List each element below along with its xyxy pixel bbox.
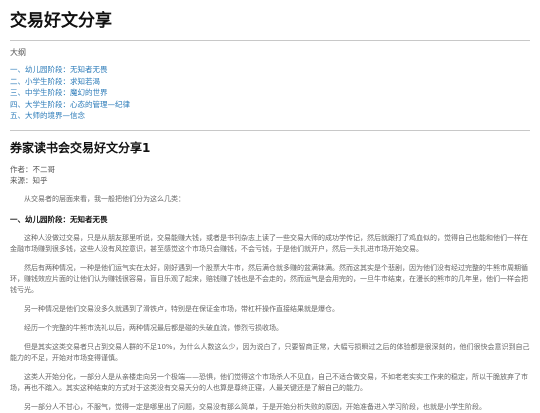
article-paragraph: 这类人开始分化，一部分人是从亲楼走向另一个极端——恐惧，他们觉得这个市场杀人不见…: [10, 372, 528, 392]
toc-item: 一、幼儿园阶段：无知者无畏: [10, 64, 530, 76]
article-intro: 从交易者的层面来看，我一般把他们分为这么几类：: [24, 194, 185, 203]
article-paragraph: 经历一个完整的牛熊市洗礼以后，两种情况最后都是碰的头破血流，惨烈亏损收场。: [24, 323, 283, 332]
site-title: 交易好文分享: [10, 11, 112, 31]
toc-item: 三、中学生阶段：魔幻的世界: [10, 87, 530, 99]
toc-link-4[interactable]: 四、大学生阶段：心态的管理—纪律: [10, 100, 130, 109]
toc-link-2[interactable]: 二、小学生阶段：求知若渴: [10, 77, 100, 86]
article-paragraph: 然后有两种情况，一种是他们运气实在太好，刚好遇到一个股票大牛市，然后满仓就多赚的…: [10, 263, 528, 294]
article-paragraph: 但是其实这类交易者只占到交易人群的不足10%，为什么人数这么少，因为说白了，只要…: [10, 342, 530, 362]
toc-item: 五、大师的境界—信念: [10, 110, 530, 122]
article-title: 券家读书会交易好文分享1: [10, 140, 151, 155]
toc-heading: 大纲: [10, 48, 26, 57]
toc-item: 二、小学生阶段：求知若渴: [10, 76, 530, 88]
toc-link-1[interactable]: 一、幼儿园阶段：无知者无畏: [10, 65, 108, 74]
article-paragraph: 这种人没做过交易，只是从朋友那里听说，交易能赚大钱，或者是书刊杂志上读了一些交易…: [10, 233, 528, 253]
article-paragraph: 另一部分人不甘心，不服气，觉得一定是哪里出了问题，交易没有那么简单，于是开始分析…: [24, 402, 486, 411]
divider: [10, 129, 530, 131]
article-paragraph: 另一种情况是他们交易没多久就遇到了滑铁卢，特别是在保证金市场，带杠杆操作直接结果…: [24, 304, 339, 313]
article-source: 来源：知乎: [10, 175, 48, 185]
divider: [10, 40, 530, 41]
toc-list: 一、幼儿园阶段：无知者无畏 二、小学生阶段：求知若渴 三、中学生阶段：魔幻的世界…: [10, 64, 530, 122]
page: 交易好文分享 大纲 一、幼儿园阶段：无知者无畏 二、小学生阶段：求知若渴 三、中…: [0, 0, 540, 413]
toc-link-3[interactable]: 三、中学生阶段：魔幻的世界: [10, 88, 108, 97]
toc-item: 四、大学生阶段：心态的管理—纪律: [10, 99, 530, 111]
article-author: 作者：不二哥: [10, 164, 55, 174]
toc-link-5[interactable]: 五、大师的境界—信念: [10, 111, 85, 120]
section-heading: 一、幼儿园阶段：无知者无畏: [10, 214, 108, 224]
